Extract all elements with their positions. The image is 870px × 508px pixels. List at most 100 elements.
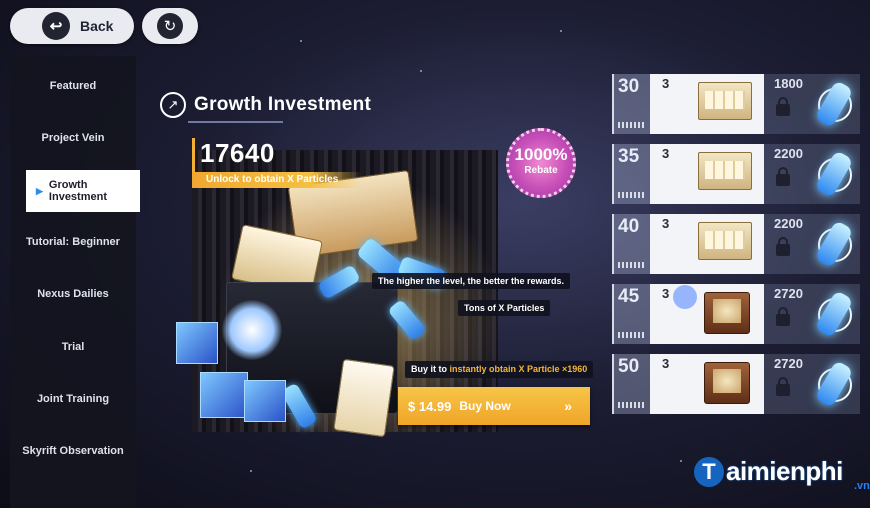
star-decoration: [680, 460, 682, 462]
lock-icon: [776, 167, 790, 186]
sidebar-item-label: Trial: [61, 341, 85, 353]
crystal-cube-art: [176, 322, 218, 364]
paid-reward-card[interactable]: 2720: [764, 284, 860, 344]
particle-amount: 17640: [200, 138, 275, 168]
paid-reward-value: 2720: [774, 356, 803, 371]
free-reward-qty: 3: [662, 286, 670, 301]
game-screen: ↩ Back ↻ Featured Project Vein ▶ Growth …: [0, 0, 870, 508]
x-particle-icon: [814, 288, 854, 340]
back-label: Back: [80, 18, 114, 34]
lock-icon: [776, 307, 790, 326]
paid-reward-value: 2200: [774, 216, 803, 231]
lock-icon: [776, 97, 790, 116]
sidebar-item-label: Featured: [49, 80, 97, 92]
level-tab: 35: [612, 144, 652, 204]
reward-row: 40 3 2200: [612, 214, 860, 274]
crystal-cube-art: [244, 380, 286, 422]
supply-chest-icon: [698, 292, 754, 334]
active-indicator-icon: ▶: [36, 185, 43, 196]
level-reward-tag: The higher the level, the better the rew…: [372, 273, 571, 289]
rebate-badge: 1000% Rebate: [506, 128, 576, 198]
sidebar-item-tutorial-beginner[interactable]: Tutorial: Beginner: [10, 222, 136, 262]
crystal-cube-art: [200, 372, 248, 418]
paid-reward-card[interactable]: 2720: [764, 354, 860, 414]
particles-tag: Tons of X Particles: [458, 300, 551, 316]
sidebar-item-skyrift-observation[interactable]: Skyrift Observation: [10, 431, 136, 471]
sidebar-item-featured[interactable]: Featured: [10, 66, 136, 106]
level-number: 50: [618, 356, 640, 377]
star-decoration: [560, 30, 562, 32]
free-reward-card[interactable]: 3: [650, 144, 764, 204]
sidebar-item-project-vein[interactable]: Project Vein: [10, 118, 136, 158]
price: $ 14.99: [408, 398, 452, 414]
lock-icon: [776, 237, 790, 256]
free-reward-card[interactable]: 3: [650, 284, 764, 344]
title-underline: [188, 121, 283, 123]
free-reward-card[interactable]: 3: [650, 354, 764, 414]
level-number: 35: [618, 146, 640, 167]
level-number: 45: [618, 286, 640, 307]
refresh-icon: ↻: [157, 13, 183, 39]
back-arrow-icon: ↩: [42, 12, 70, 40]
reward-row: 30 3 1800: [612, 74, 860, 134]
top-controls: ↩ Back ↻: [10, 8, 200, 44]
reward-row: 45 3 2720: [612, 284, 860, 344]
paid-reward-value: 1800: [774, 76, 803, 91]
sidebar-item-label: Tutorial: Beginner: [26, 236, 120, 248]
sidebar-item-growth-investment[interactable]: ▶ Growth Investment: [26, 170, 140, 212]
paid-reward-card[interactable]: 2200: [764, 214, 860, 274]
free-reward-qty: 3: [662, 146, 670, 161]
sidebar-item-trial[interactable]: Trial: [10, 327, 136, 367]
barcode-decoration: [618, 192, 646, 198]
watermark-suffix: .vn: [854, 480, 870, 492]
sidebar-item-joint-training[interactable]: Joint Training: [10, 379, 136, 419]
sidebar: Featured Project Vein ▶ Growth Investmen…: [10, 56, 140, 508]
reward-row: 50 3 2720: [612, 354, 860, 414]
watermark-initial: T: [694, 456, 724, 487]
page-title-row: ↗ Growth Investment: [160, 92, 371, 118]
paid-reward-value: 2720: [774, 286, 803, 301]
x-particle-icon: [814, 218, 854, 270]
growth-arrow-icon: ↗: [160, 92, 186, 118]
sidebar-item-label: Growth Investment: [48, 179, 107, 203]
free-reward-qty: 3: [662, 216, 670, 231]
paid-reward-value: 2200: [774, 146, 803, 161]
touch-indicator: [673, 285, 697, 309]
refresh-button[interactable]: ↻: [142, 8, 198, 44]
page-title: Growth Investment: [194, 94, 372, 115]
sidebar-item-nexus-dailies[interactable]: Nexus Dailies: [10, 274, 136, 314]
paid-reward-card[interactable]: 2200: [764, 144, 860, 204]
sidebar-item-label: Project Vein: [41, 132, 105, 144]
back-button[interactable]: ↩ Back: [10, 8, 134, 44]
buy-hint-highlight: instantly obtain X Particle ×1960: [449, 364, 588, 374]
watermark-logo: T aimienphi .vn: [694, 456, 870, 492]
sidebar-item-label: Skyrift Observation: [22, 445, 124, 457]
sidebar-item-label: Joint Training: [36, 393, 110, 405]
supply-chest-icon: [698, 362, 754, 404]
reward-row: 35 3 2200: [612, 144, 860, 204]
supply-pack-art: [333, 358, 395, 438]
barcode-decoration: [618, 402, 646, 408]
paid-reward-card[interactable]: 1800: [764, 74, 860, 134]
supply-crate-icon: [698, 82, 754, 124]
level-tab: 50: [612, 354, 652, 414]
star-decoration: [420, 70, 422, 72]
sidebar-item-label: Nexus Dailies: [37, 288, 109, 300]
free-reward-card[interactable]: 3: [650, 74, 764, 134]
supply-crate-icon: [698, 222, 754, 264]
free-reward-qty: 3: [662, 356, 670, 371]
free-reward-card[interactable]: 3: [650, 214, 764, 274]
buy-now-label: Buy Now: [459, 399, 511, 413]
crystal-flower-art: [222, 300, 282, 360]
level-tab: 40: [612, 214, 652, 274]
barcode-decoration: [618, 262, 646, 268]
watermark-text: aimienphi: [726, 456, 843, 486]
level-number: 40: [618, 216, 640, 237]
barcode-decoration: [618, 122, 646, 128]
star-decoration: [300, 40, 302, 42]
level-tab: 30: [612, 74, 652, 134]
level-tab: 45: [612, 284, 652, 344]
barcode-decoration: [618, 332, 646, 338]
double-chevron-icon: »: [564, 398, 572, 414]
buy-now-button[interactable]: $ 14.99 Buy Now »: [398, 387, 590, 425]
